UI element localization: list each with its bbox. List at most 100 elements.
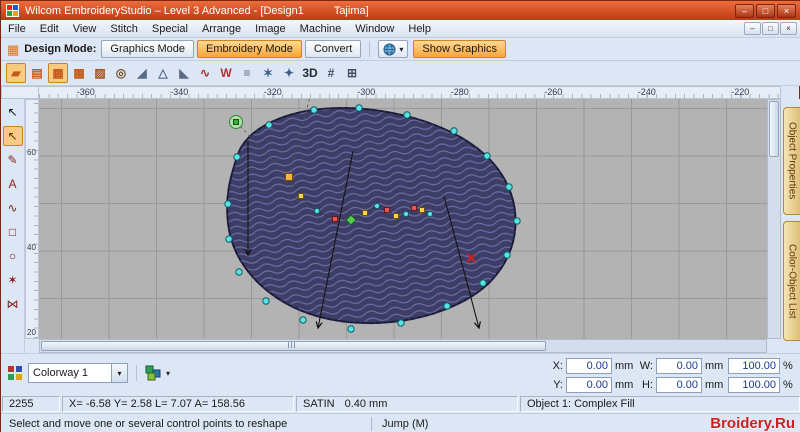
design-mode-label: Design Mode: [24, 43, 97, 55]
ruler-tick-label: 60 [27, 148, 36, 157]
window-title: Wilcom EmbroideryStudio – Level 3 Advanc… [25, 4, 304, 17]
hint-text: Select and move one or several control p… [9, 417, 288, 430]
pen-digitize-tool[interactable]: ✎ [3, 150, 23, 170]
colorway-toolbar: Colorway 1 ▾ ▾ X: mm W: mm % [1, 353, 800, 395]
y-field[interactable] [566, 376, 612, 393]
h-field[interactable] [656, 376, 702, 393]
menu-item[interactable]: Special [145, 21, 195, 37]
title-bar[interactable]: Wilcom EmbroideryStudio – Level 3 Advanc… [1, 1, 800, 20]
complex-fill-icon[interactable]: ▰ [6, 63, 26, 83]
satin-fill-icon[interactable]: ▤ [27, 63, 47, 83]
colorway-swatches-icon[interactable] [145, 365, 161, 381]
star-stitch-icon[interactable]: ✶ [258, 63, 278, 83]
motif-run-icon[interactable]: ∿ [195, 63, 215, 83]
reshape-tool[interactable]: ↖ [2, 126, 23, 146]
w-field[interactable] [656, 357, 702, 374]
menu-item[interactable]: Arrange [195, 21, 248, 37]
tab-color-object-list[interactable]: Color-Object List [783, 221, 800, 341]
3d-effect-icon[interactable]: 3D [300, 63, 320, 83]
prompt-bar: Select and move one or several control p… [1, 413, 800, 432]
embroidery-object[interactable] [226, 106, 517, 325]
contour-fill-icon[interactable]: ◎ [111, 63, 131, 83]
menu-item[interactable]: View [66, 21, 104, 37]
program-split-icon[interactable]: ▩ [69, 63, 89, 83]
chevron-down-icon[interactable]: ▾ [112, 363, 128, 383]
pointer-position: X= -6.58 Y= 2.58 L= 7.07 A= 158.56 [62, 396, 294, 412]
control-point [411, 205, 417, 211]
ruler-tick-label: -320 [263, 87, 282, 97]
mirror-merge-tool[interactable]: ⋈ [3, 294, 23, 314]
colorway-select[interactable]: Colorway 1 ▾ [28, 363, 128, 383]
scale-y-field[interactable] [728, 376, 780, 393]
ruler-tick-label: -240 [637, 87, 656, 97]
travel-mode: Jump (M) [382, 417, 429, 430]
star-tool[interactable]: ✶ [3, 270, 23, 290]
menu-item[interactable]: Help [401, 21, 438, 37]
control-point [313, 207, 321, 215]
column-stitch-icon[interactable]: ≡ [237, 63, 257, 83]
motif-fill-icon[interactable]: ▨ [90, 63, 110, 83]
control-point [285, 173, 293, 181]
tatami-fill-icon[interactable]: ▦ [48, 63, 68, 83]
mode-button[interactable]: Graphics Mode [101, 40, 195, 58]
show-graphics-button[interactable]: Show Graphics [413, 40, 506, 58]
input-c-tool-icon[interactable]: ◣ [174, 63, 194, 83]
design-canvas[interactable] [39, 99, 767, 339]
minimize-icon[interactable]: – [735, 3, 754, 18]
stitch-toolbar: ▰ ▤ ▦ ▩ ▨ ◎ ◢ △ ◣ ∿ W ≡ ✶ ✦ 3D # ⊞ [1, 61, 800, 86]
stitch-count: 2255 [2, 396, 60, 412]
close-icon[interactable]: × [777, 3, 796, 18]
select-tool[interactable]: ↖ [3, 102, 23, 122]
tab-object-properties[interactable]: Object Properties [783, 107, 800, 215]
menu-item[interactable]: Image [248, 21, 293, 37]
scale-x-field[interactable] [728, 357, 780, 374]
machine-format-button[interactable]: ▾ [378, 40, 409, 58]
chevron-down-icon: ▾ [399, 44, 404, 54]
scrollbar-grip [288, 342, 295, 348]
hoop-icon: ▦ [7, 41, 20, 57]
grid-toggle-icon[interactable]: # [321, 63, 341, 83]
lettering-tool[interactable]: A [3, 174, 23, 194]
menu-item[interactable]: Stitch [103, 21, 145, 37]
control-point [362, 210, 368, 216]
w-unit: mm [705, 359, 724, 372]
run-stitch-tool[interactable]: ∿ [3, 198, 23, 218]
stitch-info: SATIN 0.40 mm [296, 396, 518, 412]
start-point-marker[interactable] [229, 115, 243, 129]
menu-item[interactable]: File [1, 21, 33, 37]
lettering-icon[interactable]: W [216, 63, 236, 83]
menu-item[interactable]: Machine [293, 21, 349, 37]
chevron-down-icon[interactable]: ▾ [166, 369, 170, 378]
h-unit: mm [705, 378, 724, 391]
x-field[interactable] [566, 357, 612, 374]
mdi-restore-icon[interactable]: □ [762, 22, 779, 35]
closed-shape-tool[interactable]: □ [3, 222, 23, 242]
maximize-icon[interactable]: □ [756, 3, 775, 18]
control-point [384, 207, 390, 213]
overview-window-icon[interactable]: ⊞ [342, 63, 362, 83]
menu-bar: File Edit View Stitch Special Arrange Image Mac… [1, 20, 800, 38]
input-a-tool-icon[interactable]: ◢ [132, 63, 152, 83]
mode-button[interactable]: Convert [304, 40, 362, 58]
watermark-brand: Broidery.Ru [710, 415, 795, 432]
circle-tool[interactable]: ○ [3, 246, 23, 266]
toolbar-separator [136, 365, 137, 381]
mdi-close-icon[interactable]: × [780, 22, 797, 35]
mdi-minimize-icon[interactable]: – [744, 22, 761, 35]
menu-item[interactable]: Edit [33, 21, 66, 37]
input-b-tool-icon[interactable]: △ [153, 63, 173, 83]
ruler-corner [1, 86, 39, 99]
palette-icon[interactable] [7, 365, 23, 381]
horizontal-scrollbar[interactable] [39, 339, 767, 353]
sparkle-stitch-icon[interactable]: ✦ [279, 63, 299, 83]
ruler-tick-label: -300 [357, 87, 376, 97]
mode-buttons: Graphics Mode Embroidery Mode Convert [101, 40, 362, 58]
h-label: H: [642, 378, 653, 391]
application-window: Wilcom EmbroideryStudio – Level 3 Advanc… [0, 0, 800, 432]
ruler-tick-label: -220 [731, 87, 750, 97]
mode-button[interactable]: Embroidery Mode [197, 40, 302, 58]
vertical-scrollbar[interactable] [767, 99, 781, 339]
menu-item[interactable]: Window [348, 21, 401, 37]
design-mode-toolbar: ▦ Design Mode: Graphics Mode Embroidery M… [1, 38, 800, 61]
vertical-scrollbar-thumb[interactable] [769, 101, 779, 157]
